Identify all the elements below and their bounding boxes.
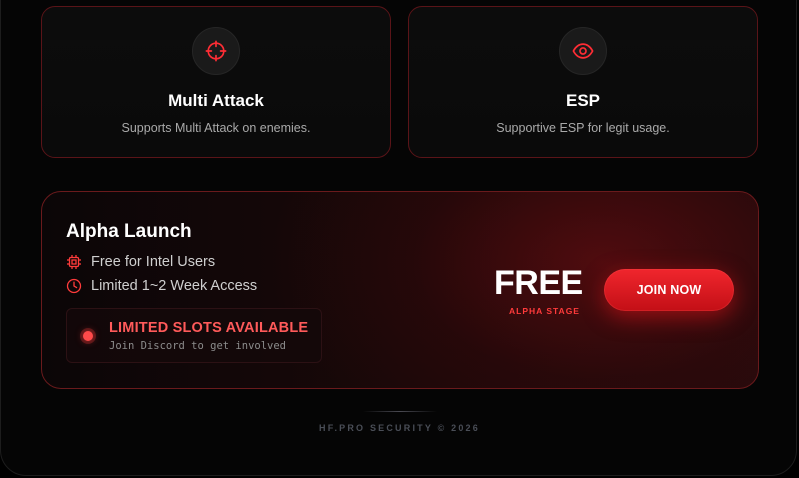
feature-icon-badge — [559, 27, 607, 75]
join-now-button[interactable]: JOIN NOW — [604, 269, 734, 311]
perk-label: Limited 1~2 Week Access — [91, 278, 258, 294]
feature-description: Supportive ESP for legit usage. — [496, 121, 670, 135]
perk-label: Free for Intel Users — [91, 254, 216, 270]
limited-slots-notice: LIMITED SLOTS AVAILABLE Join Discord to … — [66, 308, 322, 363]
slots-subtitle: Join Discord to get involved — [109, 340, 287, 352]
alpha-launch-panel: Alpha Launch Free for Intel Users Limite… — [41, 191, 759, 389]
feature-title: Multi Attack — [168, 91, 264, 110]
perk-item: Free for Intel Users — [66, 254, 215, 270]
feature-card-esp: ESP Supportive ESP for legit usage. — [408, 6, 758, 158]
slots-title: LIMITED SLOTS AVAILABLE — [109, 320, 309, 336]
crosshair-icon — [205, 40, 227, 62]
feature-description: Supports Multi Attack on enemies. — [121, 121, 311, 135]
eye-icon — [572, 43, 594, 59]
promo-title: Alpha Launch — [66, 221, 192, 242]
perk-item: Limited 1~2 Week Access — [66, 278, 257, 294]
clock-icon — [66, 278, 82, 294]
footer-divider — [363, 411, 437, 412]
cpu-chip-icon — [66, 254, 82, 270]
footer-copyright: HF.PRO SECURITY © 2026 — [319, 423, 480, 433]
feature-card-multi-attack: Multi Attack Supports Multi Attack on en… — [41, 6, 391, 158]
price-label: FREE — [494, 264, 583, 302]
stage-label: ALPHA STAGE — [509, 306, 580, 316]
feature-icon-badge — [192, 27, 240, 75]
feature-title: ESP — [565, 91, 601, 110]
status-dot — [83, 331, 93, 341]
